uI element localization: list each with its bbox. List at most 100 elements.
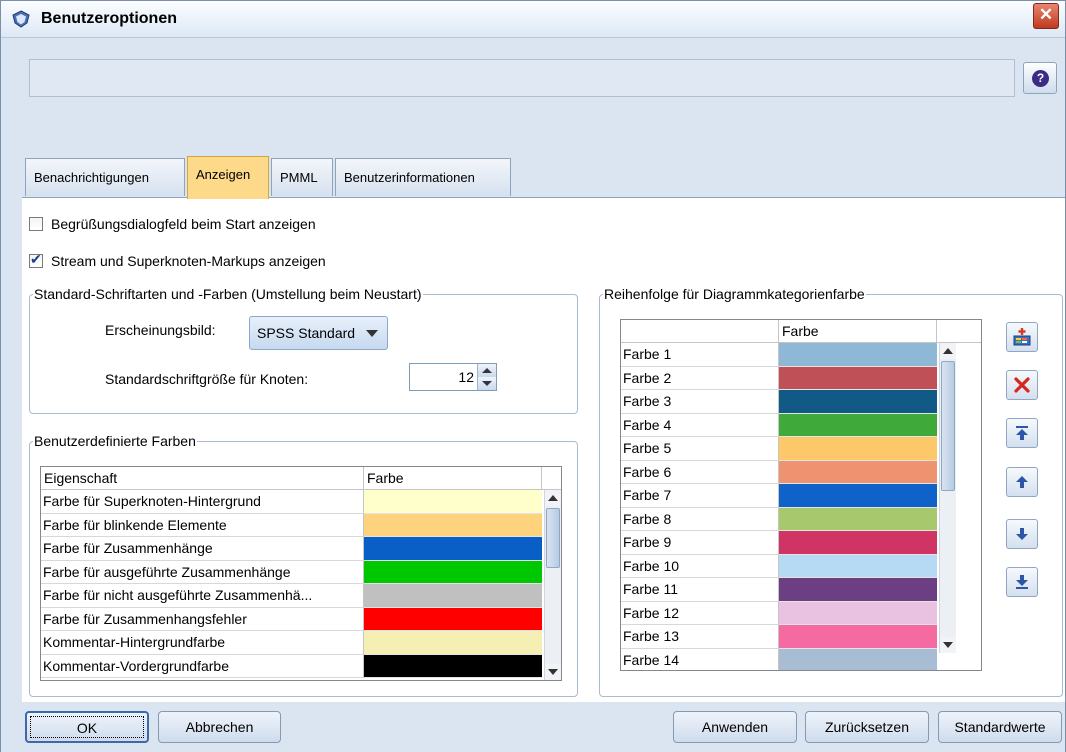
table-row[interactable]: Farbe 8 <box>621 507 937 531</box>
tab-pmml[interactable]: PMML <box>271 158 333 196</box>
appearance-dropdown[interactable]: SPSS Standard <box>249 316 388 350</box>
table-row[interactable]: Farbe 5 <box>621 437 937 461</box>
table-row[interactable]: Farbe 2 <box>621 366 937 390</box>
color-swatch[interactable] <box>364 607 542 631</box>
markups-label: Stream und Superknoten-Markups anzeigen <box>51 253 326 269</box>
table-row[interactable]: Farbe 4 <box>621 413 937 437</box>
add-color-button[interactable] <box>1006 322 1038 352</box>
close-icon: ✕ <box>1038 5 1054 24</box>
color-swatch[interactable] <box>779 484 937 508</box>
color-swatch[interactable] <box>779 366 937 390</box>
col-property-header[interactable]: Eigenschaft <box>41 467 364 489</box>
table-row[interactable]: Farbe 10 <box>621 554 937 578</box>
button-bar: OK Abbrechen Anwenden Zurücksetzen Stand… <box>1 702 1065 752</box>
color-swatch[interactable] <box>779 507 937 531</box>
color-swatch[interactable] <box>364 490 542 514</box>
ok-button[interactable]: OK <box>25 711 149 743</box>
table-row[interactable]: Farbe 13 <box>621 625 937 649</box>
font-size-spinner[interactable]: 12 <box>409 363 497 391</box>
table-row[interactable]: Kommentar-Vordergrundfarbe <box>41 654 542 678</box>
appearance-label: Erscheinungsbild: <box>105 322 216 338</box>
spin-up-icon[interactable] <box>478 364 496 377</box>
col-color-header[interactable]: Farbe <box>364 467 542 489</box>
table-row[interactable]: Farbe für nicht ausgeführte Zusammenhä..… <box>41 584 542 608</box>
table-row[interactable]: Farbe 3 <box>621 390 937 414</box>
color-name-cell: Farbe 8 <box>621 507 779 531</box>
color-swatch[interactable] <box>364 584 542 608</box>
move-down-button[interactable] <box>1006 519 1038 549</box>
table-row[interactable]: Farbe 14 <box>621 648 937 670</box>
table-row[interactable]: Farbe 9 <box>621 531 937 555</box>
color-name-cell: Farbe 14 <box>621 648 779 670</box>
table-row[interactable]: Farbe 12 <box>621 601 937 625</box>
table-row[interactable]: Kommentar-Hintergrundfarbe <box>41 631 542 655</box>
help-button[interactable]: ? <box>1023 62 1057 94</box>
tab-anzeigen[interactable]: Anzeigen <box>187 156 269 199</box>
color-swatch[interactable] <box>364 654 542 678</box>
spin-down-icon[interactable] <box>478 377 496 390</box>
reset-button[interactable]: Zurücksetzen <box>805 711 929 743</box>
welcome-dialog-checkbox[interactable] <box>29 217 43 231</box>
col-name-header[interactable] <box>621 320 779 342</box>
scroll-thumb[interactable] <box>941 361 955 491</box>
color-name-cell: Farbe 2 <box>621 366 779 390</box>
color-swatch[interactable] <box>779 343 937 367</box>
color-swatch[interactable] <box>364 513 542 537</box>
apply-button[interactable]: Anwenden <box>673 711 797 743</box>
table-row[interactable]: Farbe 6 <box>621 460 937 484</box>
color-swatch[interactable] <box>779 578 937 602</box>
color-swatch[interactable] <box>779 601 937 625</box>
table-row[interactable]: Farbe für blinkende Elemente <box>41 513 542 537</box>
close-button[interactable]: ✕ <box>1033 3 1059 29</box>
table-row[interactable]: Farbe 1 <box>621 343 937 367</box>
color-swatch[interactable] <box>779 625 937 649</box>
table-row[interactable]: Farbe für Superknoten-Hintergrund <box>41 490 542 514</box>
table-row[interactable]: Farbe 7 <box>621 484 937 508</box>
fonts-colors-legend: Standard-Schriftarten und -Farben (Umste… <box>34 286 422 302</box>
tab-benutzerinformationen[interactable]: Benutzerinformationen <box>335 158 511 196</box>
move-top-icon <box>1016 426 1028 440</box>
color-swatch[interactable] <box>779 390 937 414</box>
welcome-dialog-option[interactable]: Begrüßungsdialogfeld beim Start anzeigen <box>29 216 316 232</box>
cancel-button[interactable]: Abbrechen <box>158 711 281 743</box>
markups-option[interactable]: Stream und Superknoten-Markups anzeigen <box>29 251 326 269</box>
scroll-up-icon[interactable] <box>940 343 956 359</box>
color-swatch[interactable] <box>779 437 937 461</box>
chart-colors-table[interactable]: Farbe Farbe 1 Farbe 2 Farbe 3 Farbe 4 Fa… <box>620 319 982 671</box>
color-swatch[interactable] <box>779 648 937 670</box>
table-row[interactable]: Farbe für Zusammenhänge <box>41 537 542 561</box>
color-swatch[interactable] <box>779 531 937 555</box>
window-title: Benutzeroptionen <box>41 10 177 27</box>
move-to-top-button[interactable] <box>1006 418 1038 448</box>
welcome-dialog-label: Begrüßungsdialogfeld beim Start anzeigen <box>51 216 316 232</box>
color-swatch[interactable] <box>364 560 542 584</box>
table-row[interactable]: Farbe für Zusammenhangsfehler <box>41 607 542 631</box>
ok-label: OK <box>30 716 144 738</box>
table-row[interactable]: Farbe 11 <box>621 578 937 602</box>
markups-checkbox[interactable] <box>29 251 43 268</box>
chart-colors-scrollbar[interactable] <box>939 343 956 653</box>
color-swatch[interactable] <box>779 413 937 437</box>
move-to-bottom-button[interactable] <box>1006 567 1038 597</box>
scroll-thumb[interactable] <box>546 508 560 568</box>
tab-benachrichtigungen[interactable]: Benachrichtigungen <box>25 158 185 196</box>
custom-colors-table[interactable]: Eigenschaft Farbe Farbe für Superknoten-… <box>40 466 562 681</box>
arrow-down-icon <box>1016 528 1028 540</box>
defaults-button[interactable]: Standardwerte <box>938 711 1062 743</box>
delete-color-button[interactable] <box>1006 370 1038 400</box>
scroll-down-icon[interactable] <box>940 637 956 653</box>
move-up-button[interactable] <box>1006 467 1038 497</box>
color-name-cell: Farbe 9 <box>621 531 779 555</box>
scroll-up-icon[interactable] <box>545 490 561 506</box>
color-name-cell: Farbe 13 <box>621 625 779 649</box>
color-swatch[interactable] <box>364 537 542 561</box>
custom-colors-scrollbar[interactable] <box>544 490 561 680</box>
col-chart-color-header[interactable]: Farbe <box>779 320 937 342</box>
scroll-down-icon[interactable] <box>545 664 561 680</box>
color-swatch[interactable] <box>779 554 937 578</box>
font-size-label: Standardschriftgröße für Knoten: <box>105 371 309 387</box>
table-row[interactable]: Farbe für ausgeführte Zusammenhänge <box>41 560 542 584</box>
color-swatch[interactable] <box>364 631 542 655</box>
custom-colors-legend: Benutzerdefinierte Farben <box>34 433 196 449</box>
color-swatch[interactable] <box>779 460 937 484</box>
